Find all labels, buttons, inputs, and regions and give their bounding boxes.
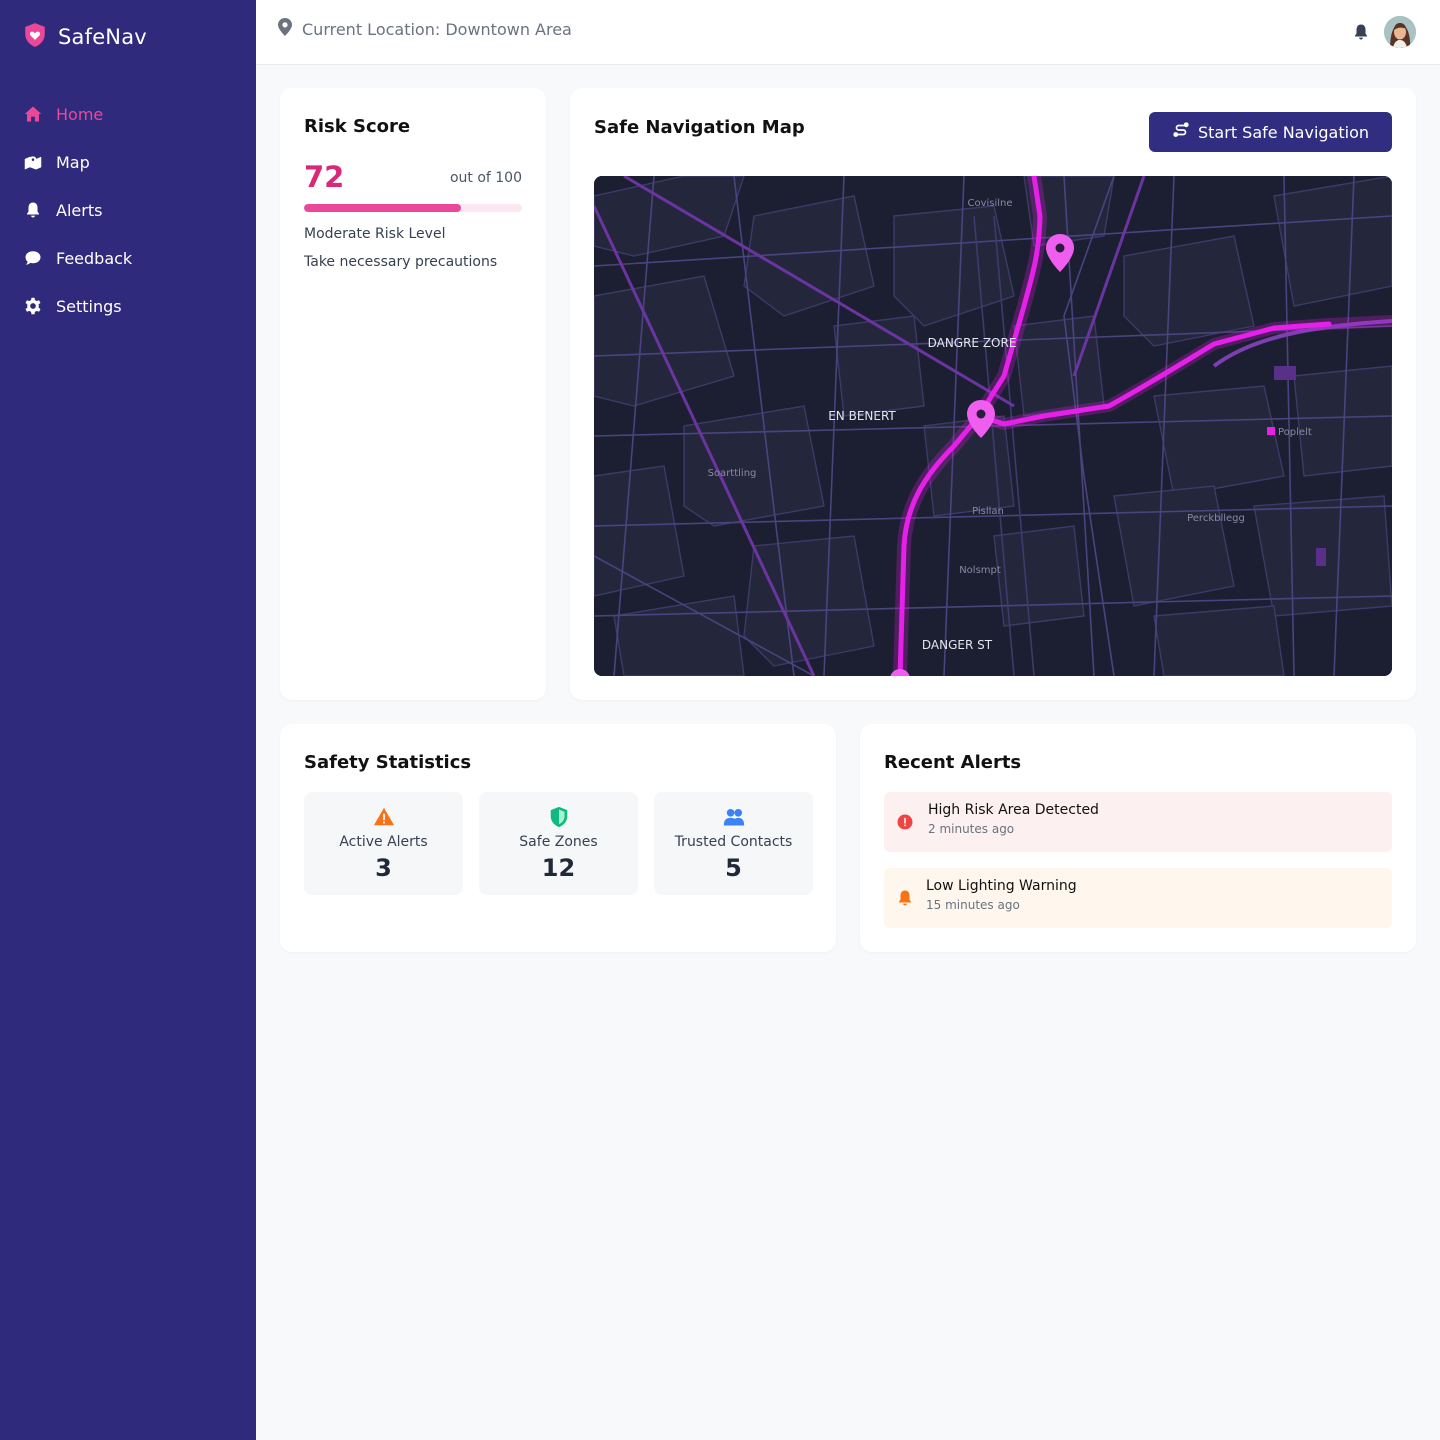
start-safe-navigation-label: Start Safe Navigation bbox=[1198, 122, 1369, 142]
alert-time: 15 minutes ago bbox=[926, 898, 1020, 912]
location-text: Current Location: Downtown Area bbox=[302, 19, 572, 39]
map-label-danger-zone: DANGRE ZORE bbox=[928, 336, 1017, 350]
top-header: Current Location: Downtown Area bbox=[256, 0, 1440, 65]
alert-title: High Risk Area Detected bbox=[928, 802, 1099, 818]
users-icon bbox=[723, 806, 745, 832]
start-safe-navigation-button[interactable]: Start Safe Navigation bbox=[1149, 112, 1392, 152]
alert-time: 2 minutes ago bbox=[928, 822, 1015, 836]
map-canvas[interactable]: DANGRE ZORE EN BENERT DANGER ST Soarttli… bbox=[594, 176, 1392, 676]
sidebar-item-map[interactable]: Map bbox=[0, 138, 256, 186]
stat-safe-zones[interactable]: Safe Zones 12 bbox=[479, 792, 638, 895]
risk-score-title: Risk Score bbox=[304, 116, 411, 137]
gear-icon bbox=[22, 295, 44, 317]
recent-alerts-card: Recent Alerts High Risk Area Detected 2 … bbox=[860, 724, 1416, 952]
map-label-covisilne: Covisilne bbox=[967, 198, 1012, 209]
stat-value: 3 bbox=[375, 854, 392, 882]
sidebar: SafeNav Home Map Alerts Feedback Setting… bbox=[0, 0, 256, 1440]
stat-value: 5 bbox=[725, 854, 742, 882]
map-label-pisllan: Pisllan bbox=[972, 506, 1004, 517]
brand[interactable]: SafeNav bbox=[22, 22, 147, 52]
alert-title: Low Lighting Warning bbox=[926, 878, 1077, 894]
stat-active-alerts[interactable]: Active Alerts 3 bbox=[304, 792, 463, 895]
safety-statistics-title: Safety Statistics bbox=[304, 752, 472, 773]
risk-progress-fill bbox=[304, 204, 461, 212]
stat-label: Active Alerts bbox=[339, 834, 428, 850]
stat-trusted-contacts[interactable]: Trusted Contacts 5 bbox=[654, 792, 813, 895]
shield-icon bbox=[548, 806, 570, 832]
sidebar-item-label: Map bbox=[56, 152, 90, 172]
sidebar-item-alerts[interactable]: Alerts bbox=[0, 186, 256, 234]
map-icon bbox=[22, 151, 44, 173]
recent-alerts-title: Recent Alerts bbox=[884, 752, 1022, 773]
shield-heart-icon bbox=[22, 22, 48, 52]
user-avatar[interactable] bbox=[1384, 16, 1416, 48]
bell-icon bbox=[22, 199, 44, 221]
sidebar-item-label: Feedback bbox=[56, 248, 133, 268]
stat-label: Safe Zones bbox=[519, 834, 598, 850]
alert-item[interactable]: High Risk Area Detected 2 minutes ago bbox=[884, 792, 1392, 852]
risk-level: Moderate Risk Level bbox=[304, 226, 446, 242]
risk-score-card: Risk Score 72 out of 100 Moderate Risk L… bbox=[280, 88, 546, 700]
map-label-danger-st: DANGER ST bbox=[922, 638, 993, 652]
comment-icon bbox=[22, 247, 44, 269]
safety-statistics-card: Safety Statistics Active Alerts 3 Safe Z… bbox=[280, 724, 836, 952]
map-label-en-benert: EN BENERT bbox=[828, 409, 896, 423]
map-label-nolsmpt: Nolsmpt bbox=[959, 565, 1001, 576]
sidebar-item-label: Alerts bbox=[56, 200, 103, 220]
stat-value: 12 bbox=[541, 854, 576, 882]
warning-icon bbox=[373, 806, 395, 832]
current-location: Current Location: Downtown Area bbox=[278, 18, 572, 40]
sidebar-item-home[interactable]: Home bbox=[0, 90, 256, 138]
alert-item[interactable]: Low Lighting Warning 15 minutes ago bbox=[884, 868, 1392, 928]
risk-advice: Take necessary precautions bbox=[304, 254, 498, 270]
sidebar-item-settings[interactable]: Settings bbox=[0, 282, 256, 330]
map-title: Safe Navigation Map bbox=[594, 117, 805, 138]
sidebar-nav: Home Map Alerts Feedback Settings bbox=[0, 90, 256, 330]
stat-tiles: Active Alerts 3 Safe Zones 12 Trusted Co… bbox=[304, 792, 813, 895]
home-icon bbox=[22, 103, 44, 125]
brand-name: SafeNav bbox=[58, 25, 147, 49]
notification-bell-icon[interactable] bbox=[1352, 23, 1370, 41]
bell-icon bbox=[896, 889, 914, 907]
sidebar-item-label: Home bbox=[56, 104, 104, 124]
sidebar-item-feedback[interactable]: Feedback bbox=[0, 234, 256, 282]
risk-score-max: out of 100 bbox=[449, 170, 522, 186]
safe-navigation-map-card: Safe Navigation Map Start Safe Navigatio… bbox=[570, 88, 1416, 700]
exclamation-circle-icon bbox=[896, 813, 914, 831]
stat-label: Trusted Contacts bbox=[674, 834, 793, 850]
sidebar-item-label: Settings bbox=[56, 296, 122, 316]
navigation-map[interactable]: DANGRE ZORE EN BENERT DANGER ST Soarttli… bbox=[594, 176, 1392, 676]
map-label-perckbllegg: Perckbllegg bbox=[1187, 513, 1245, 524]
map-label-soarttling: Soarttling bbox=[708, 468, 757, 479]
map-label-poplelt: Poplelt bbox=[1278, 427, 1312, 438]
location-pin-icon bbox=[278, 18, 292, 40]
risk-progress-bar bbox=[304, 204, 522, 212]
risk-score-value: 72 bbox=[304, 160, 345, 194]
route-icon bbox=[1172, 121, 1190, 143]
